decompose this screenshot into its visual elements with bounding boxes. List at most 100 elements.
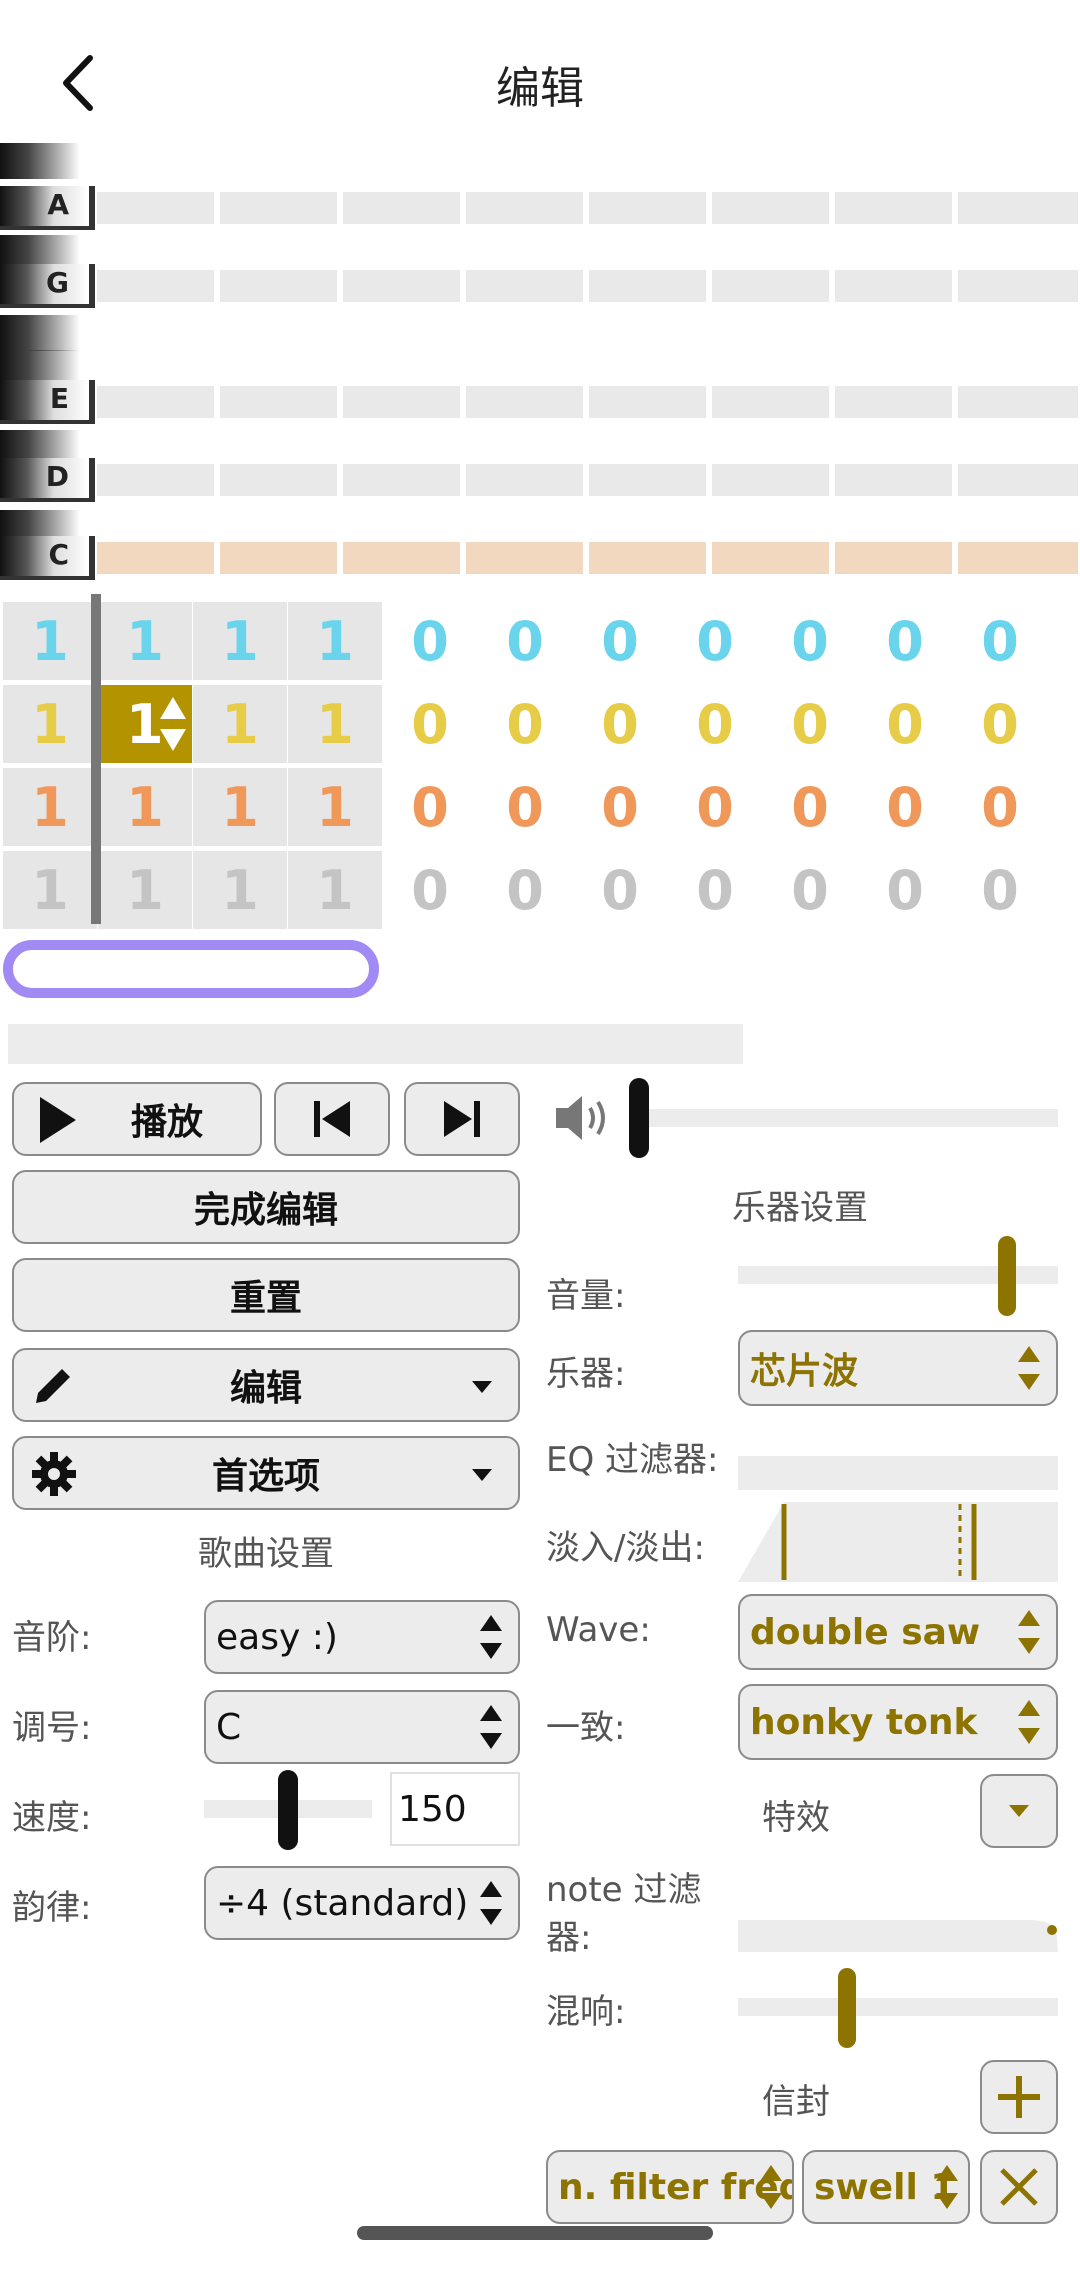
pattern-cell[interactable]: 0 [383, 768, 477, 846]
pattern-cell[interactable]: 1 [193, 768, 287, 846]
reverb-slider[interactable] [738, 1998, 1058, 2016]
pattern-cell[interactable]: 1 [3, 851, 97, 929]
pattern-cell[interactable]: 0 [478, 602, 572, 680]
pattern-cell[interactable]: 1 [98, 602, 192, 680]
pattern-cell[interactable]: 0 [478, 768, 572, 846]
fade-envelope-editor[interactable] [738, 1502, 1058, 1582]
note-lane-cell[interactable] [97, 192, 214, 224]
done-editing-button[interactable]: 完成编辑 [12, 1170, 520, 1244]
pattern-cell[interactable]: 0 [763, 602, 857, 680]
note-lane-cell[interactable] [97, 464, 214, 496]
note-lane-cell[interactable] [343, 464, 460, 496]
note-lane-cell[interactable] [343, 192, 460, 224]
note-lane-cell[interactable] [466, 464, 583, 496]
pattern-cell[interactable]: 0 [573, 602, 667, 680]
pattern-cell[interactable]: 0 [573, 851, 667, 929]
master-volume-knob[interactable] [628, 1078, 649, 1158]
note-lane-cell[interactable] [97, 386, 214, 418]
pattern-cell[interactable]: 0 [763, 851, 857, 929]
remove-envelope-button[interactable] [980, 2150, 1058, 2224]
pattern-cell[interactable]: 1 [193, 602, 287, 680]
pattern-cell[interactable]: 1 [193, 851, 287, 929]
note-lane-cell[interactable] [712, 542, 829, 574]
note-lane-cell[interactable] [589, 386, 706, 418]
note-lane-cell[interactable] [589, 464, 706, 496]
pattern-cell[interactable]: 0 [953, 602, 1047, 680]
note-lane-cell[interactable] [220, 270, 337, 302]
note-lane-cell[interactable] [589, 192, 706, 224]
edit-menu-button[interactable]: 编辑 [12, 1348, 520, 1422]
note-lane-cell[interactable] [835, 542, 952, 574]
next-bar-button[interactable] [404, 1082, 520, 1156]
note-lane-cell[interactable] [97, 270, 214, 302]
piano-key[interactable]: E [0, 380, 95, 424]
pattern-cell[interactable]: 0 [858, 602, 952, 680]
unison-select[interactable]: honky tonk [738, 1684, 1058, 1760]
note-lane-cell[interactable] [466, 270, 583, 302]
pattern-cell[interactable]: 0 [478, 685, 572, 763]
note-lane-cell[interactable] [958, 542, 1078, 574]
pattern-cell[interactable]: 0 [858, 768, 952, 846]
pattern-scrollbar[interactable] [8, 1024, 743, 1064]
reset-button[interactable]: 重置 [12, 1258, 520, 1332]
note-lane-cell[interactable] [712, 386, 829, 418]
note-lane-cell[interactable] [712, 270, 829, 302]
envelope-type-select[interactable]: swell 1 [802, 2150, 970, 2224]
pattern-cell[interactable]: 0 [668, 685, 762, 763]
note-lane-cell[interactable] [712, 464, 829, 496]
pattern-cell[interactable]: 0 [668, 602, 762, 680]
piano-key[interactable]: D [0, 458, 95, 502]
pattern-cell[interactable]: 1 [98, 768, 192, 846]
pattern-cell[interactable]: 0 [763, 768, 857, 846]
note-filter-display[interactable] [738, 1916, 1068, 1956]
pattern-cell[interactable]: 1 [288, 602, 382, 680]
pattern-cell[interactable]: 0 [953, 851, 1047, 929]
note-lane-cell[interactable] [466, 192, 583, 224]
pattern-cell[interactable]: 0 [478, 851, 572, 929]
pattern-cell[interactable]: 0 [668, 768, 762, 846]
play-button[interactable]: 播放 [12, 1082, 262, 1156]
note-lane-cell[interactable] [220, 464, 337, 496]
pattern-cell[interactable]: 0 [953, 685, 1047, 763]
pattern-cell[interactable]: 1 [3, 685, 97, 763]
note-lane-cell[interactable] [343, 542, 460, 574]
pattern-cell[interactable]: 1 [3, 768, 97, 846]
pattern-cell[interactable]: 1 [3, 602, 97, 680]
note-lane-cell[interactable] [712, 192, 829, 224]
eq-filter-display[interactable] [738, 1456, 1058, 1490]
pattern-cell[interactable]: 0 [858, 685, 952, 763]
pattern-cell[interactable]: 0 [383, 851, 477, 929]
rhythm-select[interactable]: ÷4 (standard) [204, 1866, 520, 1940]
pattern-cell[interactable]: 0 [763, 685, 857, 763]
note-lane-cell[interactable] [958, 192, 1078, 224]
pattern-cell[interactable]: 0 [383, 685, 477, 763]
piano-key[interactable]: A [0, 186, 95, 230]
pattern-cell[interactable]: 0 [573, 685, 667, 763]
instrument-volume-knob[interactable] [997, 1236, 1016, 1316]
note-lane-cell[interactable] [97, 542, 214, 574]
pattern-cell[interactable]: 0 [858, 851, 952, 929]
add-envelope-button[interactable] [980, 2060, 1058, 2134]
note-lane-cell[interactable] [589, 270, 706, 302]
note-lane-cell[interactable] [466, 386, 583, 418]
master-volume-slider[interactable] [630, 1109, 1058, 1127]
pattern-cell[interactable]: 0 [953, 768, 1047, 846]
preferences-menu-button[interactable]: 首选项 [12, 1436, 520, 1510]
scale-select[interactable]: easy :) [204, 1600, 520, 1674]
instrument-select[interactable]: 芯片波 [738, 1330, 1058, 1406]
note-lane-cell[interactable] [220, 542, 337, 574]
piano-key[interactable]: C [0, 536, 95, 580]
note-lane-cell[interactable] [220, 386, 337, 418]
note-lane-cell[interactable] [466, 542, 583, 574]
note-lane-cell[interactable] [958, 270, 1078, 302]
piano-key[interactable]: G [0, 264, 95, 308]
envelope-target-select[interactable]: n. filter freqs [546, 2150, 794, 2224]
pattern-cell[interactable]: 0 [383, 602, 477, 680]
pattern-cell[interactable]: 1 [193, 685, 287, 763]
reverb-knob[interactable] [837, 1968, 856, 2048]
wave-select[interactable]: double saw [738, 1594, 1058, 1670]
pattern-cell[interactable]: 1 [288, 685, 382, 763]
note-lane-cell[interactable] [835, 386, 952, 418]
prev-bar-button[interactable] [274, 1082, 390, 1156]
pattern-cell[interactable]: 1 [288, 768, 382, 846]
